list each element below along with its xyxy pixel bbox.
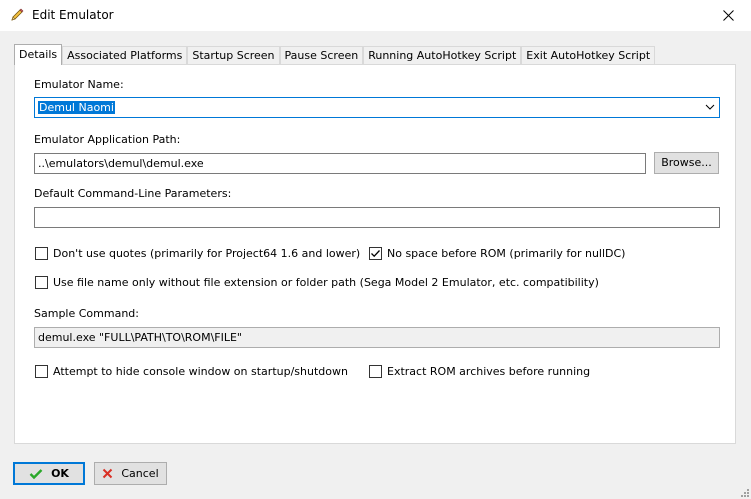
params-input[interactable] — [34, 207, 720, 228]
hide-console-label: Attempt to hide console window on startu… — [53, 365, 348, 378]
tab-exit-autohotkey-script[interactable]: Exit AutoHotkey Script — [521, 46, 656, 65]
x-icon — [103, 468, 113, 479]
extract-rom-label: Extract ROM archives before running — [387, 365, 591, 378]
dont-use-quotes-checkbox[interactable] — [35, 247, 48, 260]
no-space-before-rom-checkbox[interactable] — [369, 247, 382, 260]
chevron-down-icon — [705, 104, 715, 110]
file-name-only-checkbox[interactable] — [35, 276, 48, 289]
sample-command-label: Sample Command: — [34, 307, 139, 320]
params-label: Default Command-Line Parameters: — [34, 187, 232, 200]
check-icon — [29, 468, 43, 479]
app-path-label: Emulator Application Path: — [34, 133, 181, 146]
window-title: Edit Emulator — [32, 8, 114, 22]
ok-label: OK — [51, 467, 69, 480]
emulator-name-value: Demul Naomi — [38, 101, 115, 114]
tab-pause-screen[interactable]: Pause Screen — [279, 46, 364, 65]
sample-command-field: demul.exe "FULL\PATH\TO\ROM\FILE" — [34, 327, 720, 348]
extract-rom-checkbox[interactable] — [369, 365, 382, 378]
resize-grip-icon[interactable] — [739, 487, 749, 497]
no-space-before-rom-label: No space before ROM (primarily for nullD… — [387, 247, 626, 260]
emulator-name-label: Emulator Name: — [34, 78, 124, 91]
hide-console-checkbox[interactable] — [35, 365, 48, 378]
tab-details[interactable]: Details — [14, 44, 63, 65]
file-name-only-label: Use file name only without file extensio… — [53, 276, 599, 289]
close-icon — [722, 10, 734, 21]
browse-button[interactable]: Browse... — [654, 152, 719, 174]
checkmark-icon — [371, 250, 380, 258]
title-bar: Edit Emulator — [0, 0, 751, 31]
close-button[interactable] — [705, 0, 751, 31]
dont-use-quotes-label: Don't use quotes (primarily for Project6… — [53, 247, 361, 260]
tab-startup-screen[interactable]: Startup Screen — [187, 46, 280, 65]
tab-associated-platforms[interactable]: Associated Platforms — [62, 46, 188, 65]
ok-button[interactable]: OK — [13, 462, 85, 485]
app-path-input[interactable]: ..\emulators\demul\demul.exe — [34, 153, 646, 174]
pencil-icon — [9, 7, 25, 23]
cancel-button[interactable]: Cancel — [94, 462, 167, 485]
tab-strip: Details Associated Platforms Startup Scr… — [14, 44, 656, 65]
tab-running-autohotkey-script[interactable]: Running AutoHotkey Script — [363, 46, 522, 65]
cancel-label: Cancel — [121, 467, 159, 480]
emulator-name-combobox[interactable]: Demul Naomi — [34, 97, 720, 118]
